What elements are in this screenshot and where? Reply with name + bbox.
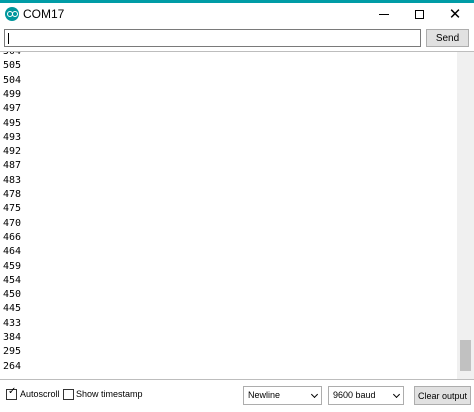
output-line: 459 — [3, 260, 22, 272]
serial-output-pane[interactable]: 504 505 504 499 497 495 493 492 487 483 478 475 470 4… — [0, 51, 474, 380]
output-line: 499 — [3, 88, 22, 100]
output-line: 384 — [3, 332, 22, 343]
serial-output: 504 505 504 499 497 495 493 492 487 483 478 475 470 4… — [3, 52, 453, 379]
title-bar[interactable]: COM17 ✕ — [0, 3, 474, 25]
chevron-down-icon — [392, 390, 401, 399]
output-line: 493 — [3, 131, 22, 143]
output-line: 450 — [3, 289, 22, 301]
output-line: 454 — [3, 274, 22, 286]
vertical-scrollbar[interactable] — [457, 52, 474, 379]
send-button[interactable]: Send — [426, 29, 469, 47]
baud-rate-select[interactable]: 9600 baud — [328, 386, 404, 405]
minimize-button[interactable] — [369, 3, 399, 25]
output-line: 433 — [3, 317, 22, 329]
scrollbar-thumb[interactable] — [460, 340, 471, 371]
maximize-button[interactable] — [404, 3, 434, 25]
line-ending-select[interactable]: Newline — [243, 386, 322, 405]
output-line: 504 — [3, 74, 22, 86]
output-line: 483 — [3, 174, 22, 186]
close-button[interactable]: ✕ — [440, 3, 470, 25]
minimize-icon — [379, 13, 389, 15]
clear-output-button[interactable]: Clear output — [414, 386, 471, 405]
arduino-icon — [5, 7, 19, 21]
serial-input[interactable] — [4, 29, 421, 47]
output-line: 445 — [3, 303, 22, 315]
checkmark-icon: ✓ — [8, 386, 17, 397]
close-icon: ✕ — [448, 5, 462, 23]
output-line: 295 — [3, 346, 22, 358]
output-line: 492 — [3, 146, 22, 158]
timestamp-checkbox[interactable] — [63, 389, 74, 400]
output-line: 475 — [3, 203, 22, 215]
text-caret — [8, 33, 9, 44]
autoscroll-label: Autoscroll — [20, 389, 60, 399]
timestamp-label: Show timestamp — [76, 389, 143, 399]
bottom-bar: ✓ Autoscroll Show timestamp Newline 9600… — [0, 381, 474, 412]
output-line: 505 — [3, 60, 22, 72]
output-line: 487 — [3, 160, 22, 172]
output-line: 504 — [3, 52, 21, 58]
chevron-down-icon — [310, 390, 319, 399]
autoscroll-checkbox[interactable]: ✓ — [6, 386, 17, 400]
window-title: COM17 — [23, 7, 65, 21]
output-line: 495 — [3, 117, 22, 129]
output-line: 466 — [3, 231, 22, 243]
output-line: 470 — [3, 217, 22, 229]
output-line: 264 — [3, 360, 22, 372]
output-line: 497 — [3, 103, 22, 115]
maximize-icon — [414, 9, 424, 19]
output-line: 464 — [3, 246, 22, 258]
baud-rate-value: 9600 baud — [333, 390, 376, 400]
line-ending-value: Newline — [248, 390, 281, 400]
output-line: 478 — [3, 189, 22, 200]
